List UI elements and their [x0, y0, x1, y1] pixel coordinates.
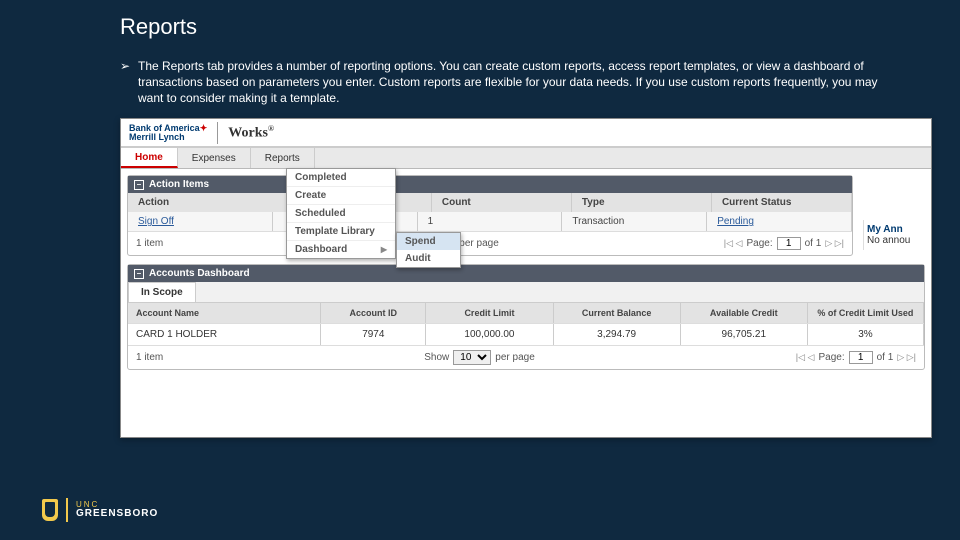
item-count: 1 item [136, 352, 163, 363]
menu-dashboard[interactable]: Dashboard▶ [287, 241, 395, 258]
collapse-icon[interactable]: – [134, 180, 144, 190]
app-screenshot: Bank of America✦ Merrill Lynch Works® Ho… [120, 118, 932, 438]
submenu-audit[interactable]: Audit [397, 250, 460, 267]
page-first[interactable]: |◁ ◁ [724, 238, 743, 249]
slide-bullet: The Reports tab provides a number of rep… [138, 58, 900, 107]
dashboard-header: – Accounts Dashboard [128, 265, 924, 282]
page-last[interactable]: ▷ ▷| [897, 352, 916, 363]
main-nav: Home Expenses Reports [121, 147, 931, 169]
per-page-select[interactable]: 10 [453, 350, 491, 365]
shield-icon [42, 499, 58, 521]
page-last[interactable]: ▷ ▷| [825, 238, 844, 249]
slide-footer: UNC GREENSBORO [42, 498, 158, 522]
tab-in-scope[interactable]: In Scope [128, 282, 196, 302]
submenu-spend[interactable]: Spend [397, 233, 460, 250]
dashboard-pager: 1 item Show 10 per page |◁ ◁ Page: of 1 … [128, 345, 924, 369]
table-row: CARD 1 HOLDER 7974 100,000.00 3,294.79 9… [128, 323, 924, 345]
menu-scheduled[interactable]: Scheduled [287, 205, 395, 223]
reports-dropdown: Completed Create Scheduled Template Libr… [286, 168, 396, 259]
action-items-header: – Action Items [128, 176, 852, 193]
chevron-right-icon: ▶ [381, 245, 387, 254]
status-link[interactable]: Pending [717, 216, 754, 227]
page-input[interactable] [777, 237, 801, 250]
menu-create[interactable]: Create [287, 187, 395, 205]
dashboard-tabs: In Scope [128, 282, 924, 302]
announcements-heading: My Ann [867, 224, 928, 235]
slide-title: Reports [120, 14, 197, 40]
university-name: UNC GREENSBORO [76, 501, 158, 519]
tab-expenses[interactable]: Expenses [178, 148, 251, 168]
table-row: Sign Off 1 Transaction Pending [128, 212, 852, 231]
page-input[interactable] [849, 351, 873, 364]
product-logo: Works® [228, 124, 274, 142]
accounts-dashboard-panel: – Accounts Dashboard In Scope Account Na… [127, 264, 925, 370]
page-first[interactable]: |◁ ◁ [796, 352, 815, 363]
announcements-panel: My Ann No annou [863, 220, 931, 250]
action-items-columns: Action Acting As Count Type Current Stat… [128, 193, 852, 212]
app-header: Bank of America✦ Merrill Lynch Works® [121, 119, 931, 147]
divider [217, 122, 218, 144]
bank-logo: Bank of America✦ Merrill Lynch [129, 124, 207, 142]
content-area: Completed Create Scheduled Template Libr… [121, 169, 931, 384]
item-count: 1 item [136, 238, 163, 249]
collapse-icon[interactable]: – [134, 269, 144, 279]
menu-completed[interactable]: Completed [287, 169, 395, 187]
signoff-link[interactable]: Sign Off [138, 216, 174, 227]
announcements-text: No annou [867, 235, 928, 246]
dashboard-submenu: Spend Audit [396, 232, 461, 268]
action-items-panel: – Action Items Action Acting As Count Ty… [127, 175, 853, 256]
accounts-columns: Account Name Account ID Credit Limit Cur… [128, 302, 924, 323]
action-items-pager: 1 item Show 10 per page |◁ ◁ Page: of 1 … [128, 231, 852, 255]
tab-reports[interactable]: Reports [251, 148, 315, 168]
divider [66, 498, 68, 522]
menu-template-library[interactable]: Template Library [287, 223, 395, 241]
tab-home[interactable]: Home [121, 148, 178, 168]
